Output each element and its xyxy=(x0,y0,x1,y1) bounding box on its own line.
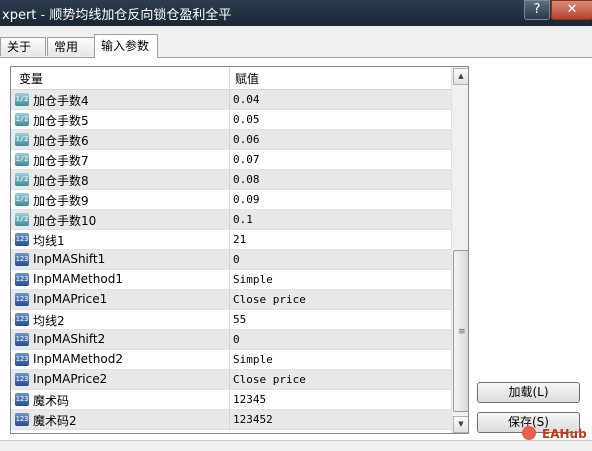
parameter-value[interactable]: 21 xyxy=(233,233,246,246)
parameter-name: InpMAMethod1 xyxy=(33,272,123,286)
table-header: 变量 赋值 xyxy=(11,67,451,90)
parameter-value[interactable]: 0.04 xyxy=(233,93,260,106)
parameter-name: InpMAShift2 xyxy=(33,332,106,346)
integer-type-icon: 123 xyxy=(15,293,29,306)
parameter-name: 魔术码 xyxy=(33,394,70,408)
table-row[interactable]: 123 均线2 55 xyxy=(11,310,451,330)
parameter-name: 均线1 xyxy=(33,234,65,248)
tab-common[interactable]: 常用 xyxy=(47,37,95,56)
parameter-name: InpMAPrice2 xyxy=(33,372,108,386)
double-type-icon: 1/2 xyxy=(15,193,29,206)
parameter-name: 加仓手数7 xyxy=(33,154,89,168)
parameter-value[interactable]: 0.06 xyxy=(233,133,260,146)
scroll-thumb[interactable]: ≡ xyxy=(453,250,468,412)
parameter-value[interactable]: 0.07 xyxy=(233,153,260,166)
parameter-value[interactable]: 0.08 xyxy=(233,173,260,186)
double-type-icon: 1/2 xyxy=(15,93,29,106)
parameter-value[interactable]: 0.09 xyxy=(233,193,260,206)
parameter-value[interactable]: 0.1 xyxy=(233,213,253,226)
parameter-name: 加仓手数10 xyxy=(33,214,97,228)
scroll-up-icon[interactable]: ▲ xyxy=(453,68,468,85)
table-row[interactable]: 1/2 加仓手数6 0.06 xyxy=(11,130,451,150)
parameter-name: 魔术码2 xyxy=(33,414,77,428)
parameter-value[interactable]: 0 xyxy=(233,253,240,266)
parameter-name: InpMAMethod2 xyxy=(33,352,123,366)
parameter-value[interactable]: 123452 xyxy=(233,413,273,426)
table-row[interactable]: 1/2 加仓手数5 0.05 xyxy=(11,110,451,130)
parameter-name: 加仓手数9 xyxy=(33,194,89,208)
table-row[interactable]: 123 InpMAMethod2 Simple xyxy=(11,350,451,370)
parameter-value[interactable]: Close price xyxy=(233,293,306,306)
eahub-logo-icon xyxy=(522,426,536,440)
watermark-text: EAHub xyxy=(542,427,587,441)
scroll-down-icon[interactable]: ▼ xyxy=(453,416,468,433)
table-row[interactable]: 123 InpMAPrice1 Close price xyxy=(11,290,451,310)
table-row[interactable]: 123 InpMAPrice2 Close price xyxy=(11,370,451,390)
column-header-value[interactable]: 赋值 xyxy=(235,70,259,87)
status-bar xyxy=(0,440,592,451)
title-bar: xpert - 顺势均线加仓反向锁仓盈利全平 ? ✕ xyxy=(0,0,592,26)
integer-type-icon: 123 xyxy=(15,373,29,386)
integer-type-icon: 123 xyxy=(15,333,29,346)
vertical-scrollbar[interactable]: ▲ ≡ ▼ xyxy=(451,67,468,433)
close-button[interactable]: ✕ xyxy=(551,0,592,20)
parameter-value[interactable]: Close price xyxy=(233,373,306,386)
watermark: EAHub xyxy=(520,424,590,444)
tab-about[interactable]: 关于 xyxy=(0,37,46,56)
parameter-name: InpMAPrice1 xyxy=(33,292,108,306)
table-row[interactable]: 123 InpMAShift1 0 xyxy=(11,250,451,270)
table-row[interactable]: 1/2 加仓手数7 0.07 xyxy=(11,150,451,170)
tab-bar: 关于 常用 输入参数 xyxy=(0,34,592,58)
column-header-variable[interactable]: 变量 xyxy=(19,70,43,87)
integer-type-icon: 123 xyxy=(15,253,29,266)
double-type-icon: 1/2 xyxy=(15,173,29,186)
table-row[interactable]: 123 InpMAMethod1 Simple xyxy=(11,270,451,290)
integer-type-icon: 123 xyxy=(15,273,29,286)
parameter-value[interactable]: Simple xyxy=(233,273,273,286)
inputs-table: 变量 赋值 1/2 加仓手数4 0.04 1/2 加仓手数5 0.05 1/2 加仓手数6 0.… xyxy=(10,66,469,434)
table-row[interactable]: 123 InpMAShift2 0 xyxy=(11,330,451,350)
integer-type-icon: 123 xyxy=(15,313,29,326)
parameter-name: 加仓手数5 xyxy=(33,114,89,128)
parameter-name: 均线2 xyxy=(33,314,65,328)
table-row[interactable]: 1/2 加仓手数10 0.1 xyxy=(11,210,451,230)
table-row[interactable]: 123 魔术码2 123452 xyxy=(11,410,451,430)
parameter-value[interactable]: 12345 xyxy=(233,393,266,406)
window-title: xpert - 顺势均线加仓反向锁仓盈利全平 xyxy=(2,8,232,23)
integer-type-icon: 123 xyxy=(15,353,29,366)
table-row[interactable]: 1/2 加仓手数9 0.09 xyxy=(11,190,451,210)
grip-icon: ≡ xyxy=(458,327,466,337)
parameter-value[interactable]: 0 xyxy=(233,333,240,346)
integer-type-icon: 123 xyxy=(15,413,29,426)
double-type-icon: 1/2 xyxy=(15,133,29,146)
help-button[interactable]: ? xyxy=(524,0,550,20)
table-row[interactable]: 1/2 加仓手数4 0.04 xyxy=(11,90,451,110)
parameter-value[interactable]: Simple xyxy=(233,353,273,366)
integer-type-icon: 123 xyxy=(15,233,29,246)
double-type-icon: 1/2 xyxy=(15,213,29,226)
double-type-icon: 1/2 xyxy=(15,153,29,166)
tab-inputs[interactable]: 输入参数 xyxy=(94,34,158,58)
table-row[interactable]: 123 魔术码 12345 xyxy=(11,390,451,410)
load-button[interactable]: 加载(L) xyxy=(477,382,580,403)
parameter-name: 加仓手数8 xyxy=(33,174,89,188)
parameter-name: 加仓手数4 xyxy=(33,94,89,108)
parameter-value[interactable]: 55 xyxy=(233,313,246,326)
table-row[interactable]: 123 均线1 21 xyxy=(11,230,451,250)
parameter-name: 加仓手数6 xyxy=(33,134,89,148)
table-row[interactable]: 1/2 加仓手数8 0.08 xyxy=(11,170,451,190)
double-type-icon: 1/2 xyxy=(15,113,29,126)
parameter-value[interactable]: 0.05 xyxy=(233,113,260,126)
integer-type-icon: 123 xyxy=(15,393,29,406)
parameter-name: InpMAShift1 xyxy=(33,252,106,266)
